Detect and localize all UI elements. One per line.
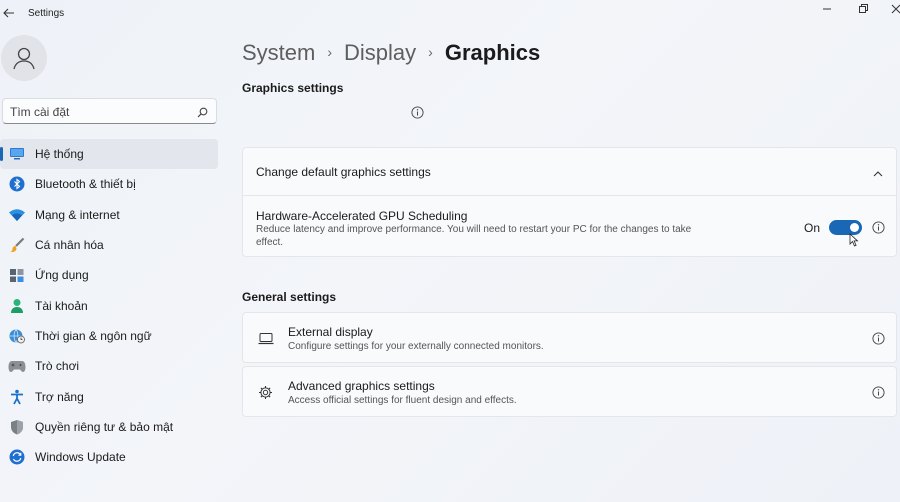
monitor-icon <box>8 145 26 163</box>
sidebar-item-accessibility[interactable]: Trợ năng <box>0 381 218 411</box>
breadcrumb-display[interactable]: Display <box>344 40 416 66</box>
info-icon[interactable] <box>872 386 885 404</box>
accessibility-icon <box>8 388 26 406</box>
sidebar-item-time-language[interactable]: Thời gian & ngôn ngữ <box>0 321 218 351</box>
advanced-graphics-title: Advanced graphics settings <box>288 379 435 393</box>
sidebar-item-label: Trợ năng <box>35 389 84 404</box>
sidebar-nav: Hệ thống Bluetooth & thiết bị Mạng & int… <box>0 139 218 472</box>
external-display-description: Configure settings for your externally c… <box>288 341 544 352</box>
sidebar-item-privacy-security[interactable]: Quyền riêng tư & bảo mật <box>0 412 218 442</box>
sidebar-item-apps[interactable]: Ứng dụng <box>0 260 218 290</box>
gamepad-icon <box>8 357 26 375</box>
shield-icon <box>8 418 26 436</box>
default-graphics-title: Change default graphics settings <box>256 165 431 179</box>
back-button[interactable] <box>2 6 16 20</box>
toggle-knob <box>850 223 859 232</box>
gpu-scheduling-description-line: Reduce latency and improve performance. … <box>256 224 692 235</box>
general-settings-heading: General settings <box>242 290 337 304</box>
sidebar-item-system[interactable]: Hệ thống <box>0 139 218 170</box>
page-title: Graphics <box>444 40 541 65</box>
chevron-right-icon: › <box>428 44 433 60</box>
sidebar-item-windows-update[interactable]: Windows Update <box>0 442 218 472</box>
info-icon[interactable] <box>411 106 424 124</box>
breadcrumb: System › Display › Graphics <box>242 40 540 66</box>
graphics-settings-heading: Graphics settings <box>242 81 344 95</box>
gpu-scheduling-description: Reduce latency and improve performance. … <box>256 223 691 249</box>
avatar[interactable] <box>1 35 47 81</box>
search-input[interactable] <box>10 103 190 120</box>
apps-icon <box>8 266 26 284</box>
search-box[interactable] <box>2 98 217 124</box>
chevron-right-icon: › <box>327 44 333 60</box>
info-icon[interactable] <box>872 332 885 350</box>
sidebar-item-label: Thời gian & ngôn ngữ <box>35 328 152 343</box>
default-graphics-header[interactable]: Change default graphics settings <box>243 148 896 196</box>
external-display-card[interactable]: External display Configure settings for … <box>242 312 897 363</box>
advanced-graphics-description: Access official settings for fluent desi… <box>288 395 517 406</box>
wifi-icon <box>8 206 26 224</box>
sidebar-item-label: Hệ thống <box>35 147 84 162</box>
user-icon <box>13 47 35 70</box>
laptop-icon <box>258 332 274 350</box>
gear-icon <box>258 385 273 405</box>
back-arrow-icon <box>3 8 14 18</box>
info-icon[interactable] <box>872 221 885 239</box>
bluetooth-icon <box>8 175 26 193</box>
close-icon <box>891 4 900 14</box>
close-button[interactable] <box>889 2 900 16</box>
sidebar-item-label: Tài khoản <box>35 298 88 313</box>
sidebar-item-label: Quyền riêng tư & bảo mật <box>35 419 174 434</box>
search-icon[interactable] <box>197 105 208 123</box>
mouse-cursor-icon <box>849 233 859 252</box>
sidebar-item-gaming[interactable]: Trò chơi <box>0 351 218 381</box>
default-graphics-card: Change default graphics settings Hardwar… <box>242 147 897 257</box>
restore-button[interactable] <box>856 2 870 16</box>
update-icon <box>8 448 26 466</box>
sidebar-item-accounts[interactable]: Tài khoản <box>0 290 218 320</box>
app-title: Settings <box>28 8 65 19</box>
sidebar-item-label: Ứng dụng <box>35 268 89 283</box>
breadcrumb-system[interactable]: System <box>242 40 315 66</box>
restore-icon <box>859 4 868 13</box>
person-icon <box>8 297 26 315</box>
minimize-button[interactable] <box>820 2 834 16</box>
toggle-state-label: On <box>804 221 821 235</box>
sidebar-item-network[interactable]: Mạng & internet <box>0 200 218 230</box>
brush-icon <box>8 236 26 254</box>
title-bar: Settings <box>0 0 900 30</box>
sidebar-item-personalization[interactable]: Cá nhân hóa <box>0 230 218 260</box>
sidebar-item-label: Cá nhân hóa <box>35 238 104 253</box>
advanced-graphics-card[interactable]: Advanced graphics settings Access offici… <box>242 366 897 417</box>
external-display-title: External display <box>288 325 373 339</box>
chevron-up-icon[interactable] <box>872 166 884 184</box>
globe-clock-icon <box>8 327 26 345</box>
sidebar-item-label: Trò chơi <box>35 359 80 374</box>
sidebar-item-label: Windows Update <box>35 450 126 465</box>
minimize-icon <box>823 8 831 10</box>
sidebar-item-bluetooth[interactable]: Bluetooth & thiết bị <box>0 169 218 199</box>
sidebar-item-label: Bluetooth & thiết bị <box>35 177 136 192</box>
gpu-scheduling-description-line: effect. <box>256 237 284 248</box>
gpu-scheduling-title: Hardware-Accelerated GPU Scheduling <box>256 209 468 223</box>
sidebar-item-label: Mạng & internet <box>35 207 120 222</box>
